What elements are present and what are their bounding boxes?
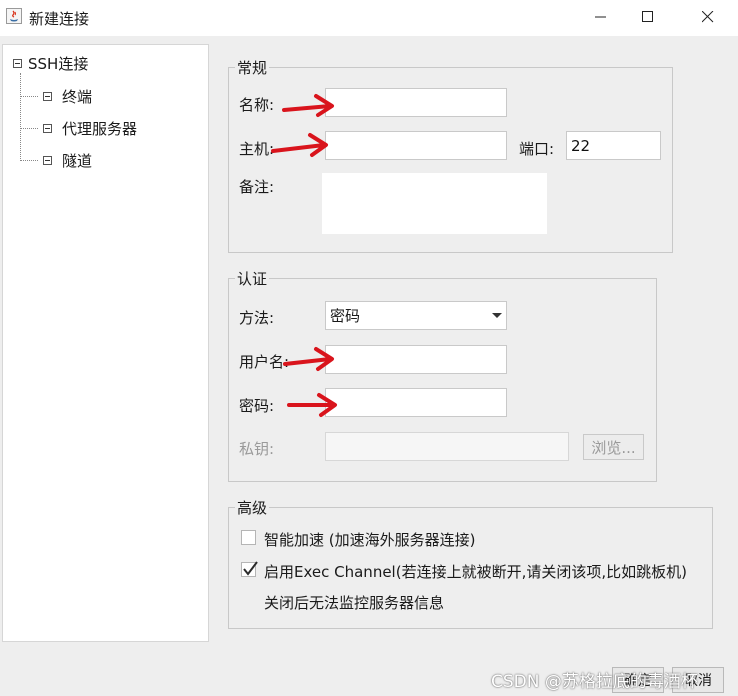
chevron-down-icon bbox=[492, 313, 502, 318]
tree-item-ssh[interactable]: SSH连接 bbox=[13, 52, 88, 74]
tree-item-label: SSH连接 bbox=[28, 54, 89, 73]
password-input[interactable] bbox=[325, 388, 507, 417]
tree-item-label: 代理服务器 bbox=[62, 119, 138, 138]
password-label: 密码: bbox=[239, 397, 275, 415]
red-arrow-annotation bbox=[283, 347, 334, 371]
minimize-button[interactable] bbox=[579, 0, 623, 34]
settings-tree: SSH连接 终端 代理服务器 隧道 bbox=[2, 44, 209, 642]
method-label: 方法: bbox=[239, 309, 275, 327]
auth-method-select[interactable]: 密码 bbox=[325, 301, 507, 330]
note-textarea[interactable] bbox=[322, 173, 547, 234]
java-app-icon bbox=[6, 8, 22, 24]
red-arrow-annotation bbox=[271, 133, 328, 157]
note-label: 备注: bbox=[239, 178, 275, 196]
private-key-label: 私钥: bbox=[239, 440, 275, 458]
tree-connector bbox=[20, 73, 21, 159]
group-title: 高级 bbox=[235, 497, 270, 518]
csdn-watermark: CSDN @苏格拉底的毒酒杯 bbox=[491, 672, 698, 692]
accel-checkbox[interactable] bbox=[241, 530, 256, 545]
collapse-icon[interactable] bbox=[43, 155, 52, 165]
exec-channel-label: 启用Exec Channel(若连接上就被断开,请关闭该项,比如跳板机) bbox=[264, 563, 687, 581]
group-title: 认证 bbox=[235, 268, 270, 289]
tree-connector bbox=[20, 96, 38, 97]
red-arrow-annotation bbox=[287, 393, 337, 417]
close-icon bbox=[702, 11, 714, 23]
host-label: 主机: bbox=[239, 140, 275, 158]
tree-item-label: 隧道 bbox=[62, 151, 93, 170]
checkmark-icon bbox=[243, 561, 258, 576]
tree-item-tunnel[interactable]: 隧道 bbox=[43, 149, 92, 171]
private-key-input[interactable] bbox=[325, 432, 569, 461]
browse-button[interactable]: 浏览... bbox=[583, 434, 644, 460]
red-arrow-annotation bbox=[282, 94, 334, 117]
username-input[interactable] bbox=[325, 345, 507, 374]
accel-label: 智能加速 (加速海外服务器连接) bbox=[264, 531, 476, 549]
group-title: 常规 bbox=[235, 57, 270, 78]
close-button[interactable] bbox=[686, 0, 730, 34]
title-bar: 新建连接 bbox=[0, 0, 738, 36]
name-input[interactable] bbox=[325, 88, 507, 117]
exec-channel-note: 关闭后无法监控服务器信息 bbox=[264, 594, 445, 612]
tree-item-proxy[interactable]: 代理服务器 bbox=[43, 117, 137, 139]
maximize-button[interactable] bbox=[626, 0, 670, 34]
name-label: 名称: bbox=[239, 96, 275, 114]
auth-method-value: 密码 bbox=[330, 307, 361, 325]
collapse-icon[interactable] bbox=[13, 58, 22, 68]
tree-connector bbox=[20, 128, 38, 129]
tree-connector bbox=[20, 160, 38, 161]
tree-item-label: 终端 bbox=[62, 87, 93, 106]
tree-item-terminal[interactable]: 终端 bbox=[43, 85, 92, 107]
collapse-icon[interactable] bbox=[43, 123, 52, 133]
maximize-icon bbox=[642, 11, 653, 22]
port-label: 端口: bbox=[519, 140, 555, 158]
exec-channel-checkbox[interactable] bbox=[241, 561, 258, 577]
window-title: 新建连接 bbox=[29, 10, 90, 28]
host-input[interactable] bbox=[325, 131, 507, 160]
collapse-icon[interactable] bbox=[43, 91, 52, 101]
port-input[interactable] bbox=[566, 131, 661, 160]
minimize-icon bbox=[595, 16, 606, 18]
